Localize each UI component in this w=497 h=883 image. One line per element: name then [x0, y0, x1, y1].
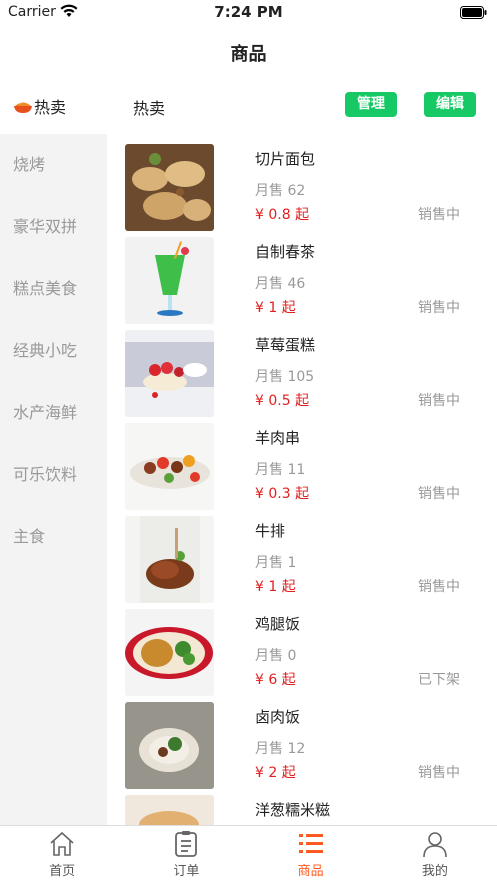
- tab-products[interactable]: 商品: [249, 826, 373, 883]
- sidebar-item-seafood[interactable]: 水产海鲜: [0, 382, 107, 444]
- product-name: 羊肉串: [255, 429, 301, 447]
- product-sales: 月售 1: [255, 555, 297, 571]
- product-item[interactable]: 鸡腿饭 月售 0 ¥ 6 起 已下架: [107, 599, 497, 696]
- product-image-bread: [125, 144, 214, 231]
- product-item[interactable]: 切片面包 月售 62 ¥ 0.8 起 销售中: [107, 134, 497, 231]
- manage-button[interactable]: 管理: [345, 92, 397, 117]
- category-header: 热卖 热卖 管理 编辑: [0, 76, 497, 134]
- product-list: 切片面包 月售 62 ¥ 0.8 起 销售中 自制春茶 月售 46 ¥ 1 起 …: [107, 134, 497, 825]
- product-sales: 月售 11: [255, 462, 306, 478]
- sidebar-item-pastry[interactable]: 糕点美食: [0, 258, 107, 320]
- product-name: 切片面包: [255, 150, 316, 168]
- product-status: 销售中: [418, 207, 460, 223]
- product-image-mochi: [125, 795, 214, 825]
- sidebar-item-drinks[interactable]: 可乐饮料: [0, 444, 107, 506]
- product-name: 卤肉饭: [255, 708, 301, 726]
- product-price: ¥ 2 起: [255, 765, 296, 781]
- product-sales: 月售 62: [255, 183, 306, 199]
- sidebar-item-bbq[interactable]: 烧烤: [0, 134, 107, 196]
- product-price: ¥ 1 起: [255, 300, 296, 316]
- order-icon: [175, 831, 198, 857]
- product-price: ¥ 0.8 起: [255, 207, 310, 223]
- tab-products-label: 商品: [297, 864, 324, 879]
- product-item[interactable]: 自制春茶 月售 46 ¥ 1 起 销售中: [107, 227, 497, 324]
- product-name: 牛排: [255, 522, 286, 540]
- product-sales: 月售 12: [255, 741, 306, 757]
- product-item[interactable]: 羊肉串 月售 11 ¥ 0.3 起 销售中: [107, 413, 497, 510]
- hot-category-tab[interactable]: 热卖: [13, 94, 66, 118]
- product-status: 销售中: [418, 765, 460, 781]
- home-icon: [50, 831, 74, 856]
- navigation-bar: 商品: [0, 26, 497, 76]
- edit-button[interactable]: 编辑: [424, 92, 476, 117]
- status-time: 7:24 PM: [214, 3, 283, 21]
- page-title: 商品: [230, 44, 267, 65]
- product-price: ¥ 0.3 起: [255, 486, 310, 502]
- status-bar: Carrier 7:24 PM: [0, 0, 497, 26]
- product-sales: 月售 0: [255, 648, 297, 664]
- user-icon: [423, 832, 447, 858]
- product-image-rice: [125, 702, 214, 789]
- category-sidebar: 烧烤 豪华双拼 糕点美食 经典小吃 水产海鲜 可乐饮料 主食: [0, 134, 107, 825]
- product-status: 销售中: [418, 300, 460, 316]
- product-item[interactable]: 牛排 月售 1 ¥ 1 起 销售中: [107, 506, 497, 603]
- list-icon: [298, 834, 323, 853]
- tab-mine-label: 我的: [421, 864, 448, 879]
- sidebar-item-combo[interactable]: 豪华双拼: [0, 196, 107, 258]
- tab-home[interactable]: 首页: [0, 826, 124, 883]
- battery-icon: [460, 6, 487, 19]
- tab-orders-label: 订单: [173, 864, 200, 879]
- product-price: ¥ 1 起: [255, 579, 296, 595]
- product-image-steak: [125, 516, 214, 603]
- sidebar-item-snacks[interactable]: 经典小吃: [0, 320, 107, 382]
- product-price: ¥ 0.5 起: [255, 393, 310, 409]
- product-name: 草莓蛋糕: [255, 336, 316, 354]
- product-status: 已下架: [418, 672, 460, 688]
- product-image-skewer: [125, 423, 214, 510]
- tab-orders[interactable]: 订单: [124, 826, 248, 883]
- bottom-tab-bar: 首页 订单 商品 我的: [0, 825, 497, 883]
- product-name: 洋葱糯米糍: [255, 801, 331, 819]
- product-status: 销售中: [418, 486, 460, 502]
- product-price: ¥ 6 起: [255, 672, 296, 688]
- product-item[interactable]: 草莓蛋糕 月售 105 ¥ 0.5 起 销售中: [107, 320, 497, 417]
- product-name: 自制春茶: [255, 243, 316, 261]
- product-status: 销售中: [418, 579, 460, 595]
- product-image-cake: [125, 330, 214, 417]
- product-status: 销售中: [418, 393, 460, 409]
- product-item[interactable]: 卤肉饭 月售 12 ¥ 2 起 销售中: [107, 692, 497, 789]
- current-category-title: 热卖: [133, 99, 166, 118]
- hot-bowl-icon: [14, 101, 32, 113]
- product-name: 鸡腿饭: [255, 615, 301, 633]
- product-sales: 月售 46: [255, 276, 306, 292]
- product-image-drink: [125, 237, 214, 324]
- product-item[interactable]: 洋葱糯米糍: [107, 785, 497, 825]
- hot-category-label: 热卖: [34, 98, 67, 117]
- sidebar-item-staple[interactable]: 主食: [0, 506, 107, 568]
- product-image-chicken: [125, 609, 214, 696]
- tab-home-label: 首页: [49, 864, 76, 879]
- tab-mine[interactable]: 我的: [373, 826, 497, 883]
- product-sales: 月售 105: [255, 369, 315, 385]
